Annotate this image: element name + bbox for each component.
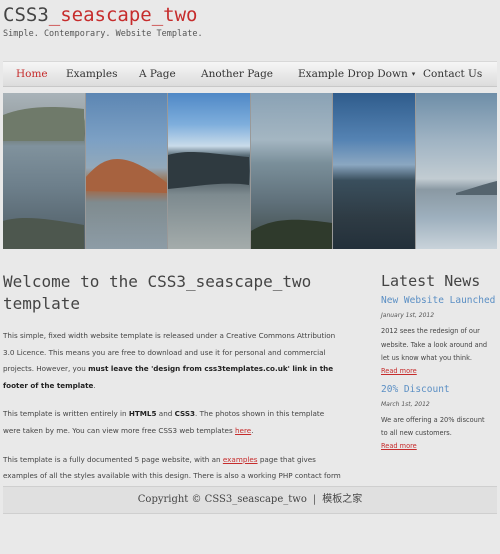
menu-item-contact-us[interactable]: Contact Us — [423, 62, 482, 86]
main-menu: Home Examples A Page Another Page Exampl… — [3, 61, 497, 87]
site-title[interactable]: CSS3_seascape_two — [3, 4, 203, 26]
tech-text-a: This template is written entirely in — [3, 409, 129, 419]
logo[interactable]: CSS3_seascape_two Simple. Contemporary. … — [3, 4, 203, 39]
news-item: 20% Discount March 1st, 2012 We are offe… — [381, 384, 493, 451]
tech-text-and: and — [156, 409, 175, 419]
banner-photo-cliffs-sea — [3, 93, 85, 249]
here-link[interactable]: here — [235, 426, 251, 435]
site-title-accent: _seascape_two — [48, 4, 198, 26]
news-title: New Website Launched — [381, 295, 496, 306]
examples-link[interactable]: examples — [223, 455, 258, 464]
banner-photo-grassy-shoreline — [250, 93, 332, 249]
footer-link[interactable]: 模板之家 — [322, 494, 362, 505]
read-more-link[interactable]: Read more — [381, 366, 493, 376]
menu-item-example-drop-down[interactable]: Example Drop Down ▾ — [298, 62, 415, 86]
banner-photo-distant-headland — [415, 93, 497, 249]
css3-bold: CSS3 — [174, 409, 196, 419]
banner-photo-red-rock-shore — [85, 93, 167, 249]
menu-item-a-page[interactable]: A Page — [139, 62, 176, 86]
tech-paragraph: This template is written entirely in HTM… — [3, 406, 343, 439]
news-date: March 1st, 2012 — [381, 400, 430, 408]
footer-separator: | — [312, 494, 317, 505]
seascape-banner — [3, 93, 497, 249]
html5-bold: HTML5 — [128, 409, 157, 419]
read-more-link[interactable]: Read more — [381, 441, 493, 451]
menu-item-example-drop-down-label: Example Drop Down — [298, 68, 408, 80]
menu-item-another-page[interactable]: Another Page — [201, 62, 273, 86]
menu-item-home[interactable]: Home — [16, 62, 48, 86]
news-item: New Website Launched January 1st, 2012 2… — [381, 295, 496, 376]
sidebar-heading: Latest News — [381, 272, 481, 290]
sidebar: Latest News New Website Launched January… — [381, 271, 496, 451]
news-text: 2012 sees the redesign of our website. T… — [381, 327, 488, 362]
chevron-down-icon: ▾ — [411, 70, 416, 78]
footer-copyright: Copyright © CSS3_seascape_two — [137, 494, 307, 505]
intro-paragraph: This simple, fixed width website templat… — [3, 328, 343, 394]
site-title-prefix: CSS3 — [3, 4, 49, 26]
footer: Copyright © CSS3_seascape_two | 模板之家 — [3, 486, 497, 514]
banner-photo-calm-bay — [333, 93, 415, 249]
tech-end: . — [251, 425, 254, 435]
news-text: We are offering a 20% discount to all ne… — [381, 415, 485, 438]
site-slogan: Simple. Contemporary. Website Template. — [3, 29, 203, 39]
news-date: January 1st, 2012 — [381, 312, 435, 319]
banner-photo-rocky-tidepools — [168, 93, 250, 249]
menu-item-examples[interactable]: Examples — [66, 62, 118, 86]
main-content: Welcome to the CSS3_seascape_two templat… — [3, 271, 343, 501]
page-title: Welcome to the CSS3_seascape_two templat… — [3, 272, 312, 313]
docs-text-a: This template is a fully documented 5 pa… — [3, 454, 223, 464]
intro-end: . — [93, 380, 96, 390]
news-title: 20% Discount — [381, 383, 450, 395]
